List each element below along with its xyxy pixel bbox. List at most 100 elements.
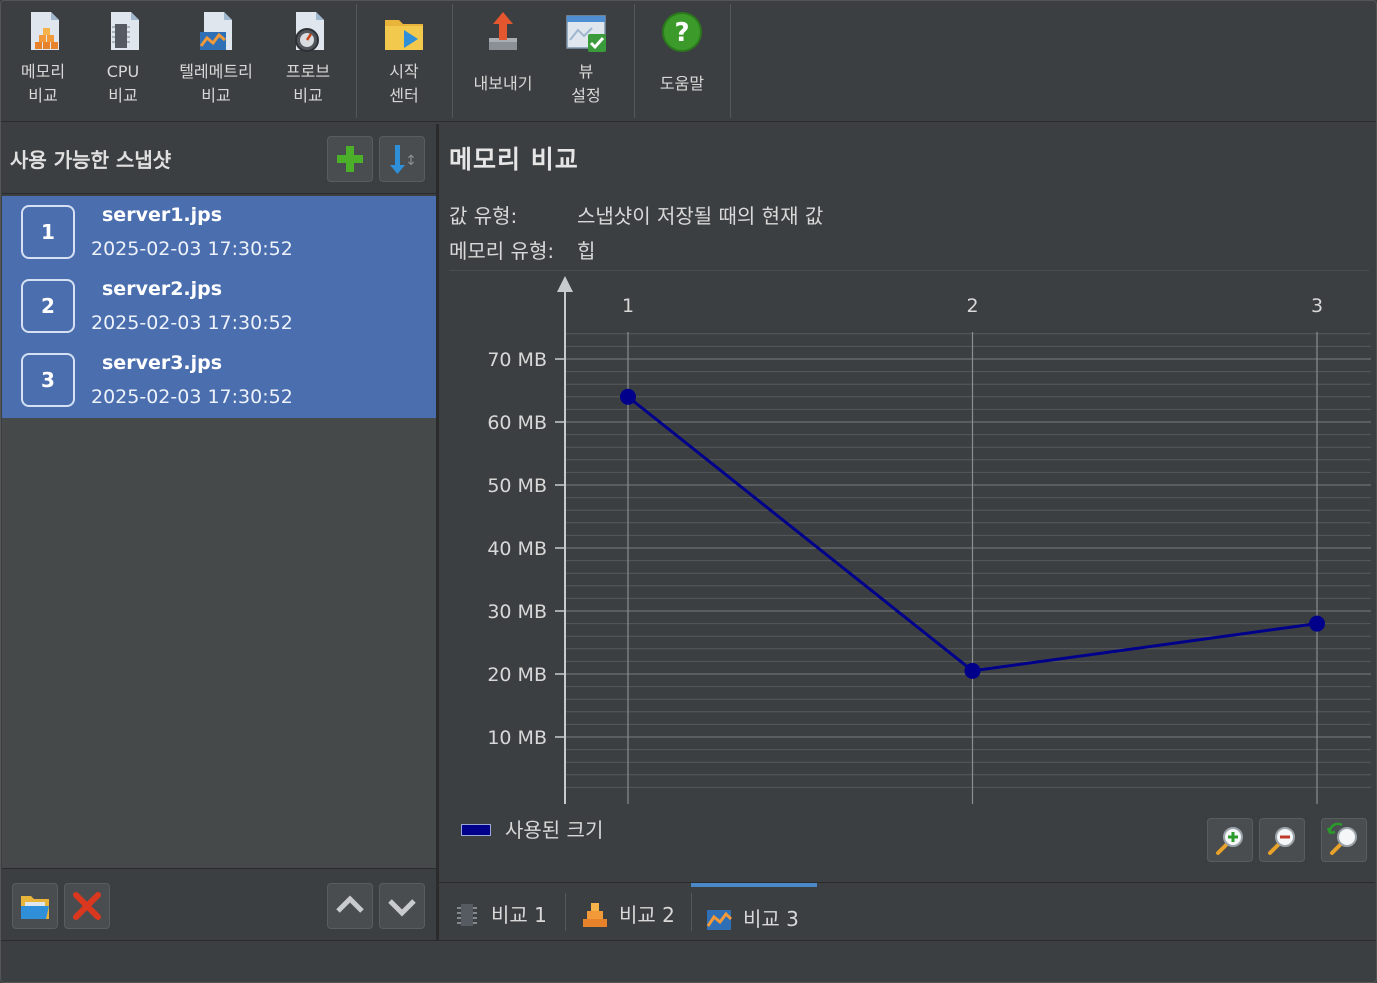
toolbar-separator [730, 4, 731, 118]
y-tick-label: 60 MB [487, 412, 547, 434]
comparison-tabs: 비교 1 비교 2 비교 3 [439, 882, 1375, 940]
y-tick-label: 40 MB [487, 538, 547, 560]
start-center-label: 시작 센터 [389, 62, 419, 105]
help-label: 도움말 [659, 74, 705, 93]
view-settings-icon [566, 15, 606, 52]
toolbar-separator [634, 4, 635, 118]
start-center-icon [385, 20, 423, 50]
y-tick-label: 20 MB [487, 664, 547, 686]
plus-icon [337, 146, 363, 172]
snapshot-number-badge: 2 [21, 279, 75, 333]
zoom-reset-button[interactable] [1321, 818, 1367, 862]
legend-label: 사용된 크기 [505, 818, 604, 842]
memory-compare-icon [583, 903, 607, 927]
move-down-button[interactable] [379, 883, 425, 929]
memory-compare-label: 메모리 비교 [20, 62, 66, 105]
tab-compare-2[interactable]: 비교 2 [567, 883, 691, 939]
snapshot-item[interactable]: 1 server1.jps 2025-02-03 17:30:52 [2, 196, 436, 270]
export-icon [489, 12, 517, 50]
sort-snapshots-button[interactable]: ↕ [379, 136, 425, 182]
comparison-panel: 메모리 비교 값 유형: 스냅샷이 저장될 때의 현재 값 메모리 유형: 힙 … [439, 124, 1375, 940]
toolbar-separator [452, 4, 453, 118]
start-center-button[interactable]: 시작 센터 [370, 6, 438, 116]
tab-label: 비교 1 [491, 903, 547, 927]
memory-type-value: 힙 [577, 239, 596, 263]
view-settings-label: 뷰 설정 [571, 62, 601, 105]
tab-separator [565, 893, 566, 931]
snapshot-list: 1 server1.jps 2025-02-03 17:30:52 2 serv… [2, 196, 436, 868]
tab-label: 비교 3 [743, 907, 799, 931]
page-title: 메모리 비교 [449, 145, 579, 174]
svg-text:↕: ↕ [405, 153, 417, 169]
toolbar: 메모리 비교 CPU 비교 텔레메트리 비교 프로브 비교 시작 센터 내보내기… [0, 0, 1377, 122]
status-bar [0, 940, 1377, 983]
legend-swatch [461, 824, 491, 836]
data-point [620, 388, 636, 405]
tab-compare-1[interactable]: 비교 1 [439, 883, 563, 939]
y-tick-label: 30 MB [487, 601, 547, 623]
memory-compare-icon [31, 12, 59, 50]
memory-type-label: 메모리 유형: [449, 239, 555, 263]
tab-label: 비교 2 [619, 903, 675, 927]
chevron-up-icon [336, 895, 364, 913]
open-folder-icon [21, 896, 49, 919]
toolbar-separator [356, 4, 357, 118]
zoom-out-icon [1268, 827, 1295, 855]
snapshot-name: server1.jps [102, 204, 223, 226]
telemetry-compare-button[interactable]: 텔레메트리 비교 [168, 6, 264, 116]
probe-compare-button[interactable]: 프로브 비교 [274, 6, 342, 116]
cpu-compare-label: CPU 비교 [106, 62, 140, 105]
memory-compare-button[interactable]: 메모리 비교 [8, 6, 78, 116]
snapshot-number-badge: 3 [21, 353, 75, 407]
data-point [964, 662, 981, 679]
chevron-down-icon [388, 899, 416, 917]
snapshot-name: server2.jps [102, 278, 223, 300]
zoom-out-button[interactable] [1259, 818, 1305, 862]
value-type-value: 스냅샷이 저장될 때의 현재 값 [577, 204, 824, 228]
add-snapshot-button[interactable] [327, 136, 373, 182]
close-icon [73, 892, 101, 920]
memory-chart: 10 MB 20 MB 30 MB 40 MB 50 MB 60 MB 70 MB 1 2 3 [487, 276, 1371, 804]
info-separator [449, 270, 1369, 271]
view-settings-button[interactable]: 뷰 설정 [550, 6, 622, 116]
svg-text:?: ? [674, 18, 689, 48]
x-tick-label: 3 [1311, 295, 1323, 317]
x-tick-label: 2 [966, 295, 978, 317]
snapshot-date: 2025-02-03 17:30:52 [91, 386, 293, 408]
zoom-reset-icon [1326, 822, 1357, 855]
y-axis-arrow [557, 276, 573, 292]
snapshot-number-badge: 1 [21, 205, 75, 259]
x-tick-label: 1 [622, 295, 634, 317]
snapshot-item[interactable]: 3 server3.jps 2025-02-03 17:30:52 [2, 344, 436, 418]
probe-compare-label: 프로브 비교 [285, 62, 331, 105]
export-label: 내보내기 [473, 74, 533, 93]
move-up-button[interactable] [327, 883, 373, 929]
sort-icon: ↕ [390, 145, 417, 174]
snapshot-name: server3.jps [102, 352, 223, 374]
help-button[interactable]: ? 도움말 [646, 6, 718, 116]
open-snapshot-button[interactable] [12, 883, 58, 929]
zoom-in-icon [1216, 827, 1243, 855]
telemetry-compare-label: 텔레메트리 비교 [179, 62, 253, 105]
value-type-label: 값 유형: [449, 204, 518, 228]
snapshot-item[interactable]: 2 server2.jps 2025-02-03 17:30:52 [2, 270, 436, 344]
zoom-in-button[interactable] [1207, 818, 1253, 862]
y-tick-label: 50 MB [487, 475, 547, 497]
cpu-compare-icon [457, 904, 477, 926]
data-point [1309, 615, 1325, 632]
y-tick-label: 70 MB [487, 349, 547, 371]
snapshot-panel-header: 사용 가능한 스냅샷 ↕ [2, 124, 436, 194]
help-icon: ? [662, 12, 702, 52]
snapshot-panel-footer [2, 868, 436, 940]
telemetry-compare-icon [706, 910, 733, 930]
probe-compare-icon [295, 12, 324, 52]
cpu-compare-button[interactable]: CPU 비교 [90, 6, 156, 116]
snapshot-date: 2025-02-03 17:30:52 [91, 312, 293, 334]
export-button[interactable]: 내보내기 [464, 6, 542, 116]
y-tick-label: 10 MB [487, 727, 547, 749]
tab-compare-3[interactable]: 비교 3 [691, 883, 817, 939]
snapshot-panel-title: 사용 가능한 스냅샷 [10, 148, 172, 172]
remove-snapshot-button[interactable] [64, 883, 110, 929]
cpu-compare-icon [111, 12, 139, 50]
snapshot-panel: 사용 가능한 스냅샷 ↕ 1 server1.jps 2025-02-03 17… [2, 124, 436, 940]
